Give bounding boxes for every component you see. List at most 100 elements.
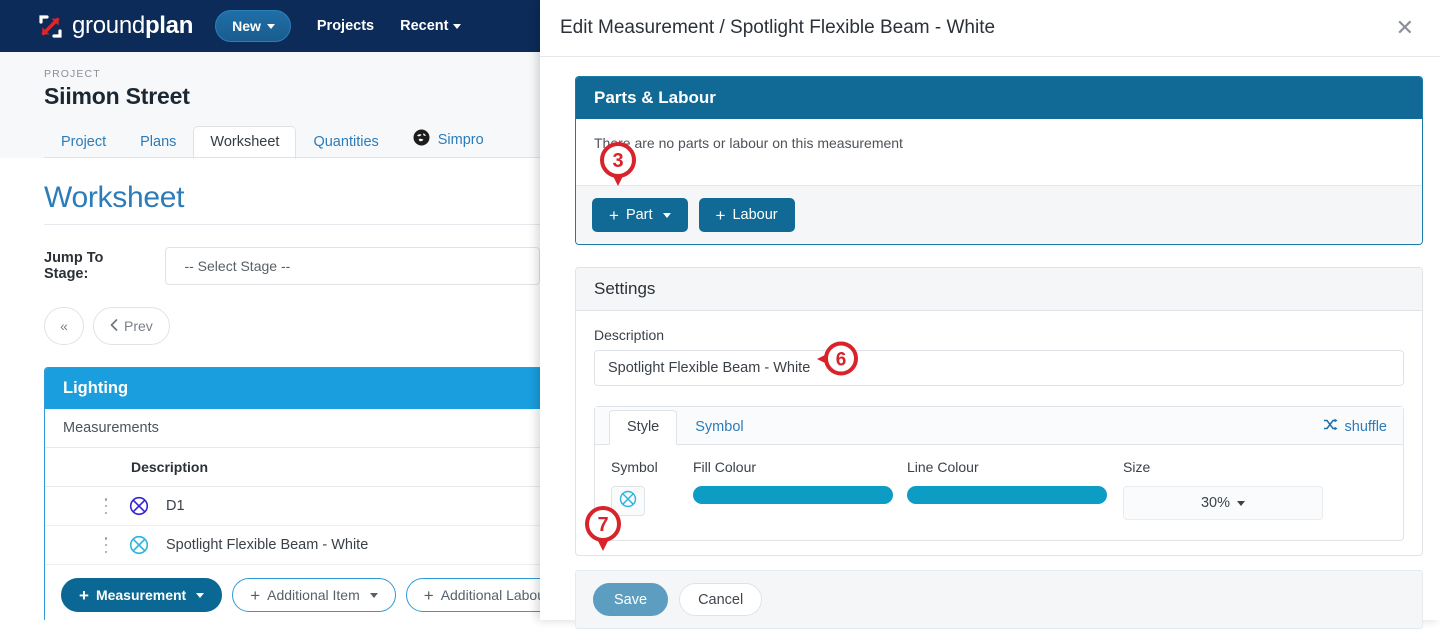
crossed-circle-icon: [129, 496, 149, 516]
tab-simpro[interactable]: Simpro: [396, 121, 501, 159]
table-row[interactable]: Spotlight Flexible Beam - White: [45, 526, 540, 565]
tab-worksheet-label: Worksheet: [210, 134, 280, 150]
add-labour-label: Labour: [732, 207, 778, 223]
add-measurement-label: Measurement: [95, 587, 187, 603]
modal-footer: Save Cancel: [575, 570, 1423, 629]
logo-word-ground: ground: [72, 12, 145, 39]
size-select[interactable]: 30%: [1123, 486, 1323, 520]
save-label: Save: [614, 591, 648, 608]
tab-project[interactable]: Project: [44, 126, 123, 159]
plus-icon: +: [423, 585, 434, 605]
description-label: Description: [594, 327, 665, 343]
jump-to-stage-select[interactable]: -- Select Stage --: [165, 247, 540, 285]
plus-icon: +: [715, 205, 726, 225]
add-part-button[interactable]: + Part: [592, 198, 688, 232]
chevron-left-icon: [110, 318, 118, 334]
tab-quantities[interactable]: Quantities: [296, 126, 395, 159]
title-divider: [44, 224, 540, 225]
stage-pager: « Prev: [44, 307, 540, 345]
chevron-down-icon: [196, 592, 205, 598]
nav-projects-label: Projects: [316, 18, 375, 34]
shuffle-icon: [1323, 418, 1338, 435]
plus-icon: +: [250, 585, 261, 605]
tab-style[interactable]: Style: [609, 410, 678, 445]
line-colour-swatch[interactable]: [907, 486, 1107, 504]
settings-heading: Settings: [576, 268, 1422, 311]
add-additional-item-button[interactable]: + Additional Item: [232, 578, 396, 612]
tab-worksheet[interactable]: Worksheet: [193, 126, 297, 159]
add-measurement-button[interactable]: + Measurement: [61, 578, 223, 612]
crossed-circle-icon: [129, 535, 149, 555]
style-symbol-block: Style Symbol shuffle Symbol Fill Colour …: [594, 406, 1404, 541]
tab-plans[interactable]: Plans: [123, 126, 193, 159]
row-description: D1: [166, 498, 185, 514]
modal-header: Edit Measurement / Spotlight Flexible Be…: [540, 0, 1440, 57]
close-icon[interactable]: ✕: [1390, 13, 1420, 43]
jump-to-stage-row: Jump To Stage: -- Select Stage --: [44, 247, 540, 285]
line-colour-label: Line Colour: [907, 459, 979, 475]
cancel-label: Cancel: [698, 591, 744, 608]
save-button[interactable]: Save: [593, 583, 669, 616]
size-label: Size: [1123, 459, 1151, 475]
symbol-picker-button[interactable]: [611, 486, 645, 516]
chevron-down-icon: [662, 212, 671, 218]
crossed-circle-icon: [619, 490, 637, 513]
chevron-down-icon: [369, 592, 378, 598]
new-button[interactable]: New: [215, 10, 291, 42]
chevron-down-icon: [1237, 500, 1246, 506]
add-labour-button[interactable]: + Labour: [698, 198, 795, 232]
pager-first-button[interactable]: «: [44, 307, 84, 345]
nav-recent-label: Recent: [400, 18, 449, 34]
page-content: PROJECT Siimon Street Project Plans Work…: [0, 52, 540, 620]
drag-handle-icon[interactable]: [104, 498, 108, 514]
tab-style-label: Style: [627, 419, 660, 435]
chevron-down-icon: [453, 23, 462, 29]
style-tabs: Style Symbol shuffle: [595, 407, 1403, 445]
double-chevron-left-icon: «: [60, 318, 68, 334]
tab-quantities-label: Quantities: [313, 134, 379, 150]
cancel-button[interactable]: Cancel: [679, 583, 763, 616]
plus-icon: +: [609, 205, 619, 225]
card-action-buttons: + Measurement + Additional Item + Additi…: [45, 565, 540, 620]
settings-body: Description Spotlight Flexible Beam - Wh…: [576, 311, 1422, 555]
nav-link-recent[interactable]: Recent: [400, 18, 462, 34]
description-input[interactable]: Spotlight Flexible Beam - White: [594, 350, 1404, 386]
tab-symbol[interactable]: Symbol: [677, 410, 761, 445]
worksheet-content: Worksheet Jump To Stage: -- Select Stage…: [0, 158, 540, 620]
project-label: PROJECT: [44, 68, 101, 80]
tabs-divider: [44, 157, 540, 158]
groundplan-logo[interactable]: groundplan: [38, 12, 193, 40]
jump-to-stage-label: Jump To Stage:: [44, 250, 104, 282]
nav-link-projects[interactable]: Projects: [317, 18, 374, 34]
edit-measurement-modal: Edit Measurement / Spotlight Flexible Be…: [540, 0, 1440, 629]
tab-project-label: Project: [61, 134, 107, 150]
add-part-label: Part: [625, 207, 653, 223]
pager-prev-button[interactable]: Prev: [93, 307, 170, 345]
simpro-globe-icon: [413, 129, 430, 150]
top-navigation-bar: groundplan New Projects Recent: [0, 0, 540, 52]
modal-body: Parts & Labour There are no parts or lab…: [540, 57, 1440, 556]
chevron-down-icon: [266, 23, 275, 29]
shuffle-button[interactable]: shuffle: [1323, 418, 1387, 444]
project-tabs: Project Plans Worksheet Quantities Simpr…: [44, 121, 540, 159]
modal-title: Edit Measurement / Spotlight Flexible Be…: [560, 17, 996, 38]
tab-simpro-label: Simpro: [437, 131, 484, 148]
groundplan-arrow-icon: [38, 14, 63, 39]
tab-plans-label: Plans: [140, 134, 177, 150]
add-additional-item-label: Additional Item: [267, 587, 360, 603]
size-value: 30%: [1200, 495, 1231, 511]
page-title: Worksheet: [44, 181, 185, 214]
settings-panel: Settings Description Spotlight Flexible …: [575, 267, 1423, 556]
drag-handle-icon[interactable]: [104, 537, 108, 553]
table-column-header-description: Description: [45, 448, 540, 487]
symbol-label: Symbol: [611, 459, 658, 475]
jump-to-stage-value: -- Select Stage --: [184, 258, 291, 274]
table-row[interactable]: D1: [45, 487, 540, 526]
description-value: Spotlight Flexible Beam - White: [608, 360, 811, 376]
stage-title: Lighting: [45, 368, 540, 409]
pager-prev-label: Prev: [124, 318, 153, 334]
worksheet-stage-card: Lighting Measurements Description D1 Spo…: [44, 367, 540, 620]
add-additional-labour-button[interactable]: + Additional Labour: [405, 578, 540, 612]
parts-and-labour-panel: Parts & Labour There are no parts or lab…: [575, 76, 1423, 245]
fill-colour-swatch[interactable]: [693, 486, 893, 504]
